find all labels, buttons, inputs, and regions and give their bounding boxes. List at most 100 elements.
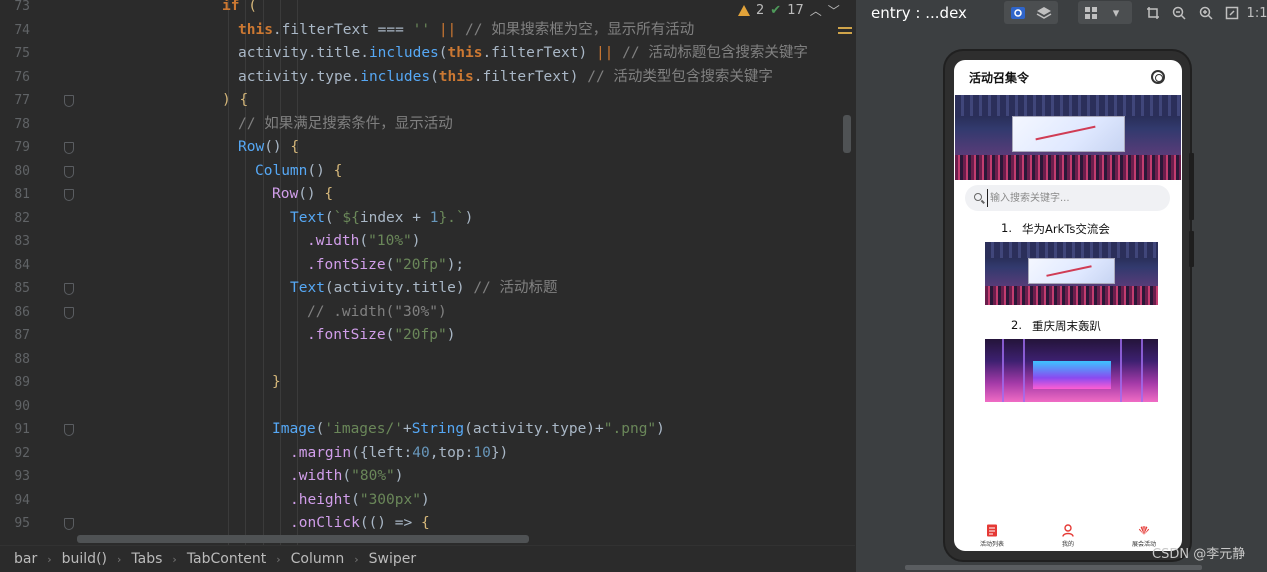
activity-image[interactable] — [985, 339, 1158, 402]
fold-marker-icon[interactable] — [64, 283, 74, 295]
code-line-79: Row() { — [238, 139, 300, 155]
code-line-73: if ( — [222, 0, 257, 14]
code-line-95: .onClick(() => { — [290, 515, 430, 531]
chevron-right-icon: › — [47, 552, 52, 566]
banner-swiper-image[interactable] — [955, 95, 1181, 180]
code-line-85: Text(activity.title) // 活动标题 — [290, 280, 558, 296]
code-line-86: // .width("30%") — [307, 303, 447, 320]
fold-marker-icon[interactable] — [64, 518, 74, 530]
line-number: 89 — [14, 375, 30, 390]
check-icon: ✔ — [770, 2, 782, 18]
zoom-out-icon[interactable] — [1169, 2, 1189, 24]
breadcrumb-item[interactable]: Swiper — [365, 551, 420, 567]
code-line-89: } — [272, 374, 281, 390]
chevron-down-icon[interactable]: ▾ — [1106, 2, 1126, 24]
watermark: CSDN @李元静 — [1152, 547, 1246, 562]
warning-count: 2 — [756, 2, 765, 18]
tab-label: 我的 — [1061, 541, 1074, 548]
fold-marker-icon[interactable] — [64, 189, 74, 201]
vertical-scrollbar[interactable] — [843, 115, 851, 153]
chevron-up-icon[interactable]: ︿ — [810, 2, 822, 19]
search-box[interactable] — [965, 185, 1170, 211]
zoom-in-icon[interactable] — [1196, 2, 1216, 24]
code-line-92: .margin({left:40,top:10}) — [290, 444, 509, 461]
line-number: 76 — [14, 69, 30, 85]
line-number: 90 — [14, 398, 30, 414]
bottom-tab-bar: 活动列表 我的 展会活动 — [954, 518, 1182, 551]
code-line-80: Column() { — [255, 162, 343, 179]
search-input[interactable] — [987, 189, 1162, 207]
grid-icon[interactable] — [1081, 2, 1101, 24]
horizontal-scrollbar[interactable] — [905, 565, 1202, 570]
line-number: 77 — [14, 93, 30, 108]
activity-title: 华为ArkTs交流会 — [1022, 222, 1110, 236]
line-number-gutter: 73 74 75 76 77 78 79 80 81 82 83 84 85 86 87 88 89 90 91 92… — [0, 0, 74, 545]
line-number: 75 — [14, 46, 30, 61]
activity-index: 2. — [1011, 318, 1022, 332]
line-number: 95 — [14, 516, 30, 531]
chevron-down-icon[interactable]: ﹀ — [828, 2, 840, 19]
chevron-right-icon: › — [354, 552, 359, 566]
line-number: 94 — [14, 492, 30, 508]
fold-marker-icon[interactable] — [64, 424, 74, 436]
tab-mine[interactable]: 我的 — [1038, 518, 1098, 551]
previewer-panel: entry : ...dex ▾ 1:1 活动召集令 输入搜索关键字... 1.… — [855, 0, 1267, 572]
app-title: 活动召集令 — [969, 71, 1030, 85]
line-number: 80 — [14, 163, 30, 179]
breadcrumb-item[interactable]: build() — [58, 551, 111, 567]
crop-icon[interactable] — [1143, 2, 1163, 24]
code-line-75: activity.title.includes(this.filterText)… — [238, 45, 808, 61]
layers-icon[interactable] — [1033, 2, 1055, 24]
line-number: 88 — [14, 351, 30, 367]
settings-icon[interactable] — [1151, 70, 1165, 84]
device-screen[interactable]: 活动召集令 1. 华为ArkTs交流会 2. 重庆周末轰趴 — [954, 60, 1182, 551]
line-number: 93 — [14, 469, 30, 484]
line-number: 86 — [14, 304, 30, 320]
code-line-87: .fontSize("20fp") — [307, 327, 456, 343]
breadcrumb-item[interactable]: TabContent — [183, 551, 270, 567]
activity-index: 1. — [1001, 221, 1012, 235]
error-stripe-marker[interactable] — [838, 27, 852, 29]
line-number: 83 — [14, 234, 30, 249]
tab-label: 活动列表 — [979, 541, 1004, 548]
code-line-76: activity.type.includes(this.filterText) … — [238, 68, 773, 85]
tab-activity-list[interactable]: 活动列表 — [962, 518, 1022, 551]
device-side-button — [1189, 231, 1194, 267]
line-number: 78 — [14, 116, 30, 132]
code-editor[interactable]: 73 74 75 76 77 78 79 80 81 82 83 84 85 86 87 88 89 90 91 92… — [0, 0, 855, 545]
chevron-right-icon: › — [117, 552, 122, 566]
line-number: 92 — [14, 445, 30, 461]
horizontal-scrollbar[interactable] — [77, 535, 529, 543]
breadcrumb-item[interactable]: Column — [287, 551, 349, 567]
code-line-77: ) { — [222, 92, 249, 108]
inspection-widget[interactable]: 2 ✔ 17 ︿ ﹀ — [738, 0, 840, 20]
code-line-84: .fontSize("20fp"); — [307, 256, 465, 273]
breadcrumb-item[interactable]: bar — [10, 551, 41, 567]
line-number: 81 — [14, 187, 30, 202]
code-area[interactable]: if ( this.filterText === '' || // 如果搜索框为… — [88, 0, 843, 545]
inspector-toggle-icon[interactable] — [1007, 2, 1029, 24]
code-line-81: Row() { — [272, 186, 334, 202]
search-icon — [974, 193, 982, 201]
check-count: 17 — [787, 2, 804, 18]
fold-marker-icon[interactable] — [64, 95, 74, 107]
line-number: 87 — [14, 328, 30, 343]
document-icon — [987, 524, 997, 537]
warning-icon — [738, 4, 750, 16]
code-line-82: Text(`${index + 1}.`) — [290, 209, 474, 226]
fold-marker-icon[interactable] — [64, 142, 74, 154]
code-line-94: .height("300px") — [290, 491, 430, 508]
fold-marker-icon[interactable] — [64, 165, 74, 178]
activity-image[interactable] — [985, 242, 1158, 305]
huawei-logo-icon — [1138, 526, 1150, 535]
line-number: 82 — [14, 210, 30, 226]
breadcrumb: bar › build() › Tabs › TabContent › Column › … — [0, 545, 855, 572]
breadcrumb-item[interactable]: Tabs — [127, 551, 166, 567]
line-number: 85 — [14, 281, 30, 296]
line-number: 91 — [14, 422, 30, 437]
zoom-ratio[interactable]: 1:1 — [1247, 2, 1267, 24]
fit-screen-icon[interactable] — [1222, 2, 1242, 24]
activity-title: 重庆周末轰趴 — [1032, 319, 1101, 333]
fold-marker-icon[interactable] — [64, 306, 74, 319]
previewer-title: entry : ...dex — [871, 4, 967, 22]
